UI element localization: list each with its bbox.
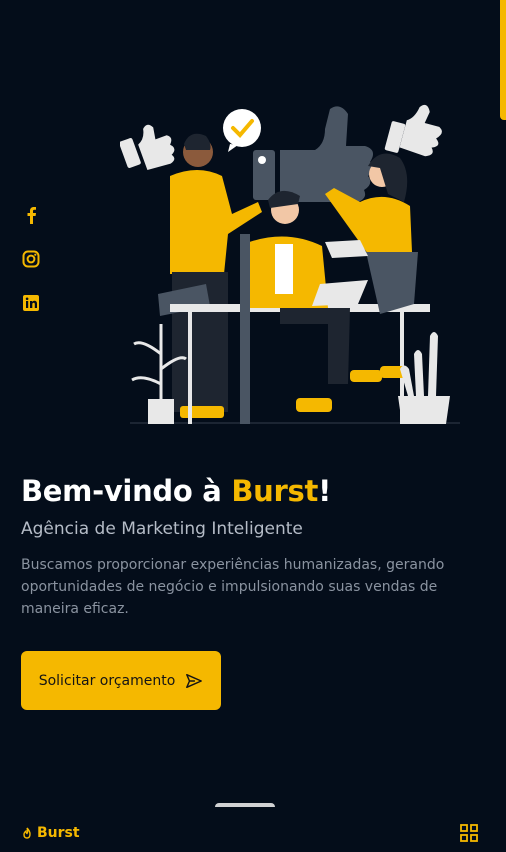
facebook-link[interactable]	[21, 205, 41, 225]
hero-title-prefix: Bem-vindo à	[21, 474, 232, 508]
social-links	[21, 205, 41, 313]
linkedin-link[interactable]	[21, 293, 41, 313]
linkedin-icon	[23, 295, 39, 311]
logo-text: Burst	[37, 825, 80, 841]
instagram-link[interactable]	[21, 249, 41, 269]
logo[interactable]: Burst	[21, 825, 80, 841]
thumbs-up-right-icon	[384, 104, 442, 157]
thumbs-up-left-icon	[120, 124, 175, 170]
flame-icon	[23, 827, 31, 839]
hero-title: Bem-vindo à Burst!	[21, 474, 331, 508]
qr-grid-icon	[460, 824, 478, 842]
hero-title-suffix: !	[318, 474, 331, 508]
bottom-bar: Burst	[0, 814, 506, 852]
big-thumbs-up-icon	[253, 106, 374, 202]
facebook-icon	[27, 207, 36, 224]
hero-illustration	[120, 104, 460, 424]
scroll-indicator[interactable]	[500, 0, 506, 120]
hero-description: Buscamos proporcionar experiências human…	[21, 557, 445, 617]
request-quote-label: Solicitar orçamento	[38, 672, 176, 689]
hero-subtitle: Agência de Marketing Inteligente	[21, 519, 303, 539]
instagram-icon	[22, 250, 40, 268]
hero-title-brand: Burst	[231, 474, 319, 508]
menu-button[interactable]	[460, 824, 478, 842]
next-section-title-peek	[215, 803, 275, 811]
request-quote-button[interactable]: Solicitar orçamento	[21, 651, 221, 710]
send-icon	[186, 673, 203, 688]
